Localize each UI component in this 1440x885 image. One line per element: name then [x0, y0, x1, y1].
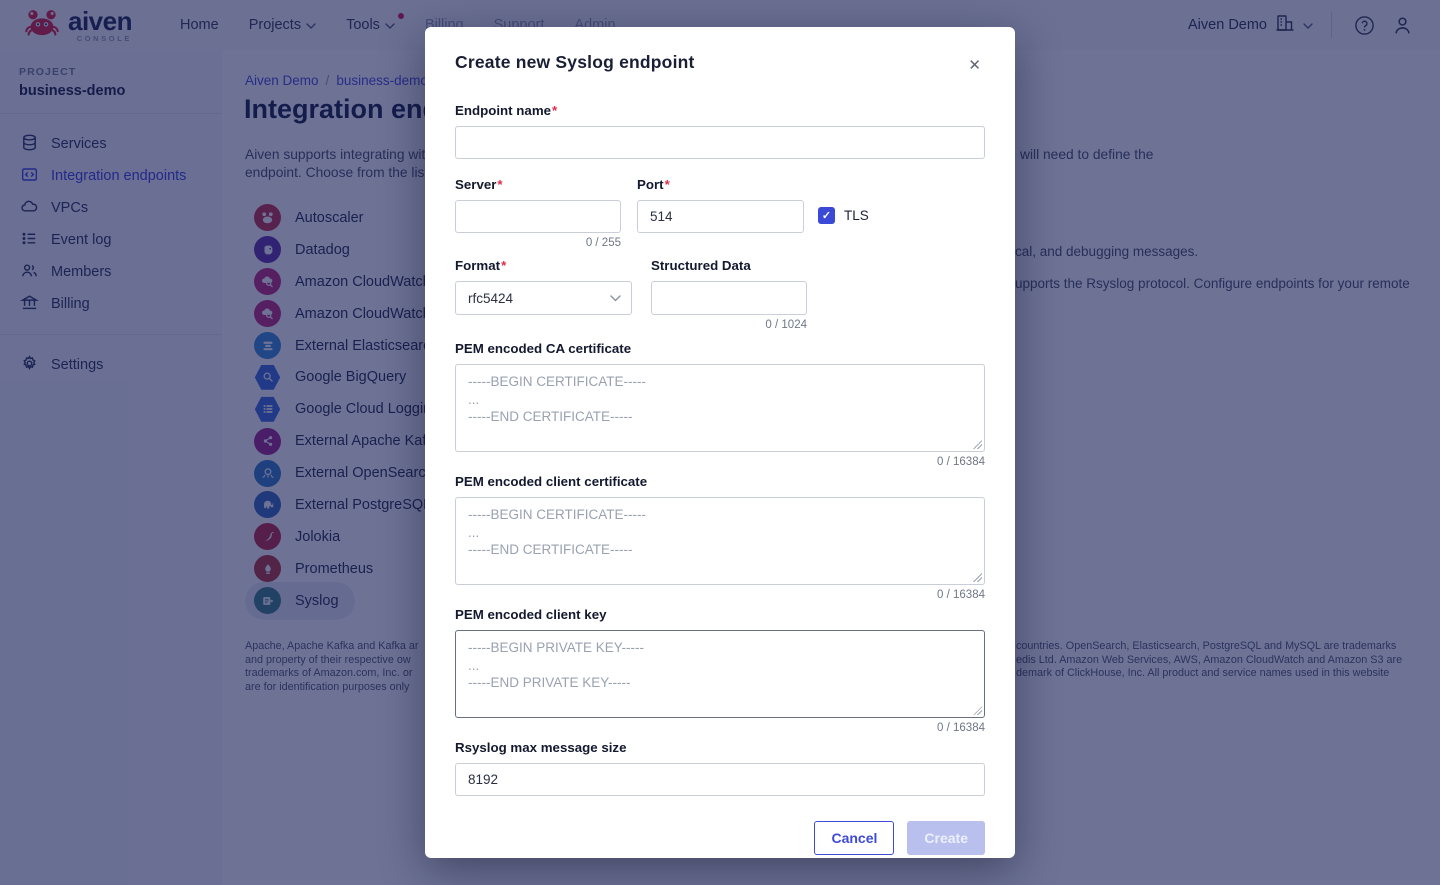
port-input[interactable]: [637, 200, 804, 233]
chevron-down-icon: [610, 295, 621, 302]
client-key-label: PEM encoded client key: [455, 607, 985, 622]
structured-data-input[interactable]: [651, 281, 807, 315]
server-char-counter: 0 / 255: [455, 237, 621, 249]
client-certificate-textarea[interactable]: [455, 497, 985, 585]
resize-handle[interactable]: [973, 706, 982, 715]
rsyslog-max-input[interactable]: [455, 763, 985, 796]
create-button[interactable]: Create: [907, 821, 985, 855]
resize-handle[interactable]: [973, 573, 982, 582]
resize-handle[interactable]: [973, 440, 982, 449]
server-label: Server*: [455, 177, 621, 192]
ca-certificate-textarea[interactable]: [455, 364, 985, 452]
create-syslog-endpoint-modal: Create new Syslog endpoint ✕ Endpoint na…: [425, 27, 1015, 858]
client-certificate-char-counter: 0 / 16384: [455, 589, 985, 601]
server-input[interactable]: [455, 200, 621, 233]
structured-data-label: Structured Data: [651, 258, 807, 273]
tls-checkbox[interactable]: [818, 207, 835, 224]
format-label: Format*: [455, 258, 632, 273]
endpoint-name-input[interactable]: [455, 126, 985, 159]
port-label: Port*: [637, 177, 804, 192]
cancel-button[interactable]: Cancel: [814, 821, 894, 855]
client-key-char-counter: 0 / 16384: [455, 722, 985, 734]
rsyslog-max-label: Rsyslog max message size: [455, 740, 985, 755]
endpoint-name-label: Endpoint name*: [455, 103, 985, 118]
ca-certificate-char-counter: 0 / 16384: [455, 456, 985, 468]
client-certificate-label: PEM encoded client certificate: [455, 474, 985, 489]
structured-data-char-counter: 0 / 1024: [651, 319, 807, 331]
ca-certificate-label: PEM encoded CA certificate: [455, 341, 985, 356]
tls-label: TLS: [844, 208, 869, 223]
close-icon[interactable]: ✕: [964, 54, 985, 77]
client-key-textarea[interactable]: [455, 630, 985, 718]
format-select[interactable]: rfc5424: [455, 281, 632, 315]
modal-title: Create new Syslog endpoint: [455, 52, 695, 73]
